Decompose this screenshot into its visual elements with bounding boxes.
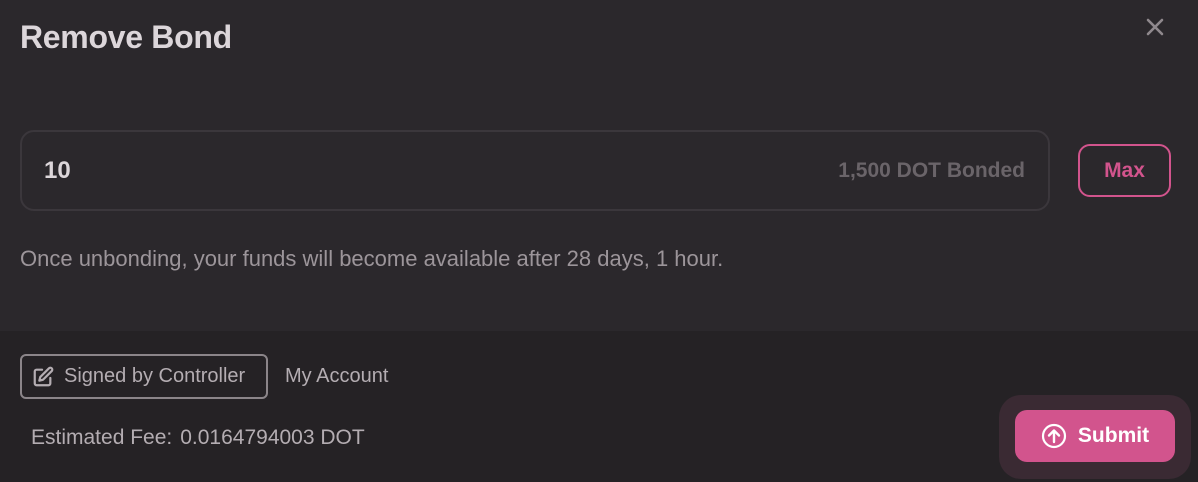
submit-container: Submit	[999, 395, 1191, 479]
bonded-amount: 1,500 DOT Bonded	[838, 158, 1025, 182]
unbonding-notice: Once unbonding, your funds will become a…	[20, 246, 724, 271]
modal-title: Remove Bond	[20, 19, 232, 55]
remove-bond-modal: Remove Bond 1,500 DOT Bonded Max Once un…	[0, 0, 1198, 482]
close-icon	[1146, 18, 1164, 36]
fee-label: Estimated Fee:	[31, 426, 173, 449]
fee-value: 0.0164794003 DOT	[180, 426, 365, 449]
edit-icon	[33, 366, 54, 386]
signed-by-label: Signed by Controller	[64, 365, 246, 387]
max-button[interactable]: Max	[1078, 144, 1171, 197]
amount-input[interactable]	[44, 156, 444, 185]
account-name: My Account	[285, 365, 389, 387]
amount-field: 1,500 DOT Bonded	[20, 130, 1050, 211]
close-button[interactable]	[1142, 14, 1168, 40]
estimated-fee: Estimated Fee: 0.0164794003 DOT	[31, 426, 365, 450]
signed-by-badge: Signed by Controller	[20, 354, 268, 399]
modal-footer: Signed by Controller My Account Estimate…	[0, 331, 1198, 482]
submit-label: Submit	[1077, 424, 1150, 447]
submit-button[interactable]: Submit	[1015, 410, 1175, 462]
arrow-up-circle-icon	[1041, 423, 1067, 449]
